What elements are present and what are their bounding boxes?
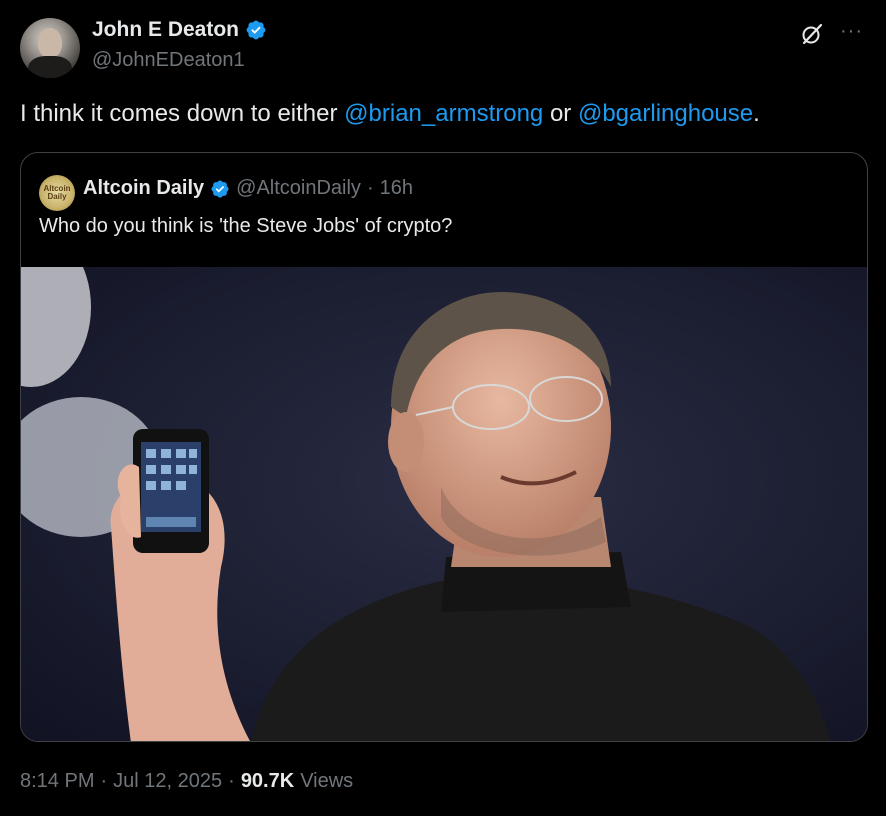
- tweet-text-after: .: [753, 100, 760, 127]
- grok-icon[interactable]: [800, 22, 824, 46]
- quote-handle[interactable]: @AltcoinDaily: [236, 177, 361, 200]
- separator-dot: ·: [366, 177, 374, 199]
- tweet-text-middle: or: [543, 100, 578, 127]
- more-icon[interactable]: ···: [840, 20, 863, 43]
- tweet-text: I think it comes down to either @brian_a…: [20, 100, 760, 128]
- verified-badge-icon: [246, 20, 266, 40]
- quote-avatar-logo-text: Altcoin Daily: [43, 184, 71, 201]
- author-name-row: John E Deaton: [92, 18, 267, 42]
- quoted-tweet[interactable]: Altcoin Daily Altcoin Daily @AltcoinDail…: [20, 152, 868, 742]
- views-label: Views: [300, 770, 354, 792]
- views-count: 90.7K: [240, 770, 295, 792]
- quote-display-name[interactable]: Altcoin Daily: [83, 177, 204, 200]
- tweet-text-before: I think it comes down to either: [20, 100, 345, 127]
- verified-badge-icon: [211, 179, 229, 198]
- separator-dot: ·: [228, 770, 235, 792]
- quote-timestamp[interactable]: 16h: [380, 177, 413, 200]
- tweet-time[interactable]: 8:14 PM: [20, 770, 94, 793]
- quote-text: Who do you think is 'the Steve Jobs' of …: [39, 215, 453, 237]
- author-display-name[interactable]: John E Deaton: [92, 18, 239, 42]
- author-handle[interactable]: @JohnEDeaton1: [92, 49, 245, 72]
- tweet-meta: 8:14 PM · Jul 12, 2025 · 90.7K Views: [20, 770, 353, 793]
- quote-header: Altcoin Daily @AltcoinDaily · 16h: [83, 177, 413, 200]
- mention-link[interactable]: @brian_armstrong: [344, 100, 543, 127]
- quote-avatar[interactable]: Altcoin Daily: [39, 175, 75, 211]
- separator-dot: ·: [100, 770, 108, 792]
- tweet-date[interactable]: Jul 12, 2025: [113, 770, 222, 793]
- quote-photo[interactable]: [21, 267, 867, 741]
- author-avatar[interactable]: [20, 18, 80, 78]
- mention-link[interactable]: @bgarlinghouse: [578, 100, 753, 127]
